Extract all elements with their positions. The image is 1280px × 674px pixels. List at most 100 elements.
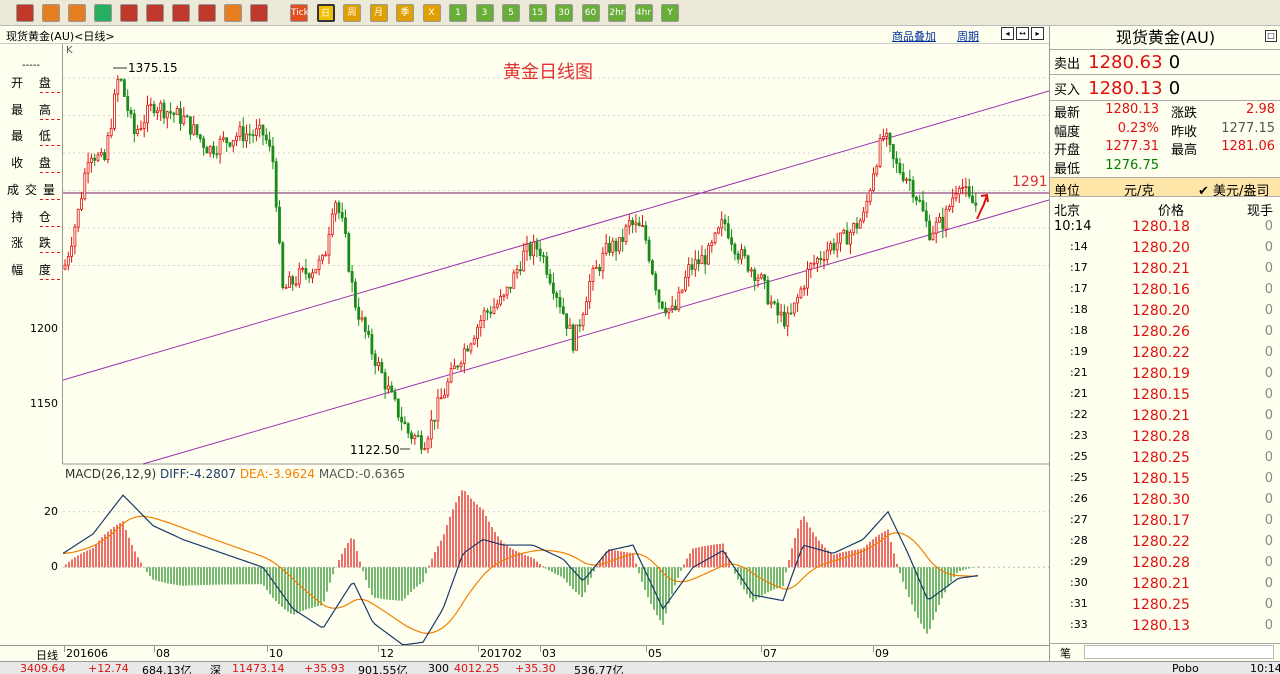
ticks-footer: 笔 bbox=[1050, 643, 1280, 661]
window-icon[interactable] bbox=[172, 4, 190, 22]
period-4-button[interactable]: 季 bbox=[396, 4, 414, 22]
tick-volume: 0 bbox=[1264, 429, 1273, 444]
status-item: 10:14 bbox=[1250, 662, 1280, 674]
quote-settings-icon[interactable]: □ bbox=[1265, 30, 1277, 42]
tick-price: 1280.20 bbox=[1132, 303, 1190, 319]
price-chart[interactable] bbox=[63, 44, 1049, 645]
status-item: 深 bbox=[210, 664, 221, 674]
buy-row: 买入 1280.13 0 bbox=[1054, 78, 1180, 99]
footer-input[interactable] bbox=[1084, 645, 1274, 659]
chart-tool-icon[interactable] bbox=[224, 4, 242, 22]
tick-price: 1280.20 bbox=[1132, 240, 1190, 256]
book-icon[interactable] bbox=[42, 4, 60, 22]
stat-label-2: 昨收 bbox=[1171, 124, 1198, 140]
expand-icon[interactable]: ↔ bbox=[1016, 27, 1029, 40]
refresh-icon[interactable] bbox=[94, 4, 112, 22]
tick-volume: 0 bbox=[1264, 450, 1273, 465]
period-13-button[interactable]: 4hr bbox=[634, 4, 653, 22]
indicator-5: 持 仓 bbox=[11, 209, 57, 224]
tick-time: :28 bbox=[1070, 534, 1088, 547]
period-12-button[interactable]: 2hr bbox=[608, 4, 626, 22]
quote-title-text: 现货黄金(AU) bbox=[1115, 28, 1216, 47]
status-item: +35.30 bbox=[515, 662, 556, 674]
period-0-button[interactable]: Tick bbox=[290, 4, 309, 22]
tick-price: 1280.28 bbox=[1132, 429, 1190, 445]
tick-time: :29 bbox=[1070, 555, 1088, 568]
zoom-out-icon[interactable] bbox=[146, 4, 164, 22]
tick-volume: 0 bbox=[1264, 471, 1273, 486]
period-3-button[interactable]: 月 bbox=[369, 4, 388, 22]
period-6-button[interactable]: 1 bbox=[449, 4, 467, 22]
indicator-0: 开 盘 bbox=[11, 76, 57, 90]
zoom-in-icon[interactable] bbox=[120, 4, 138, 22]
card-icon[interactable] bbox=[68, 4, 86, 22]
stat-value-2: 1277.15 bbox=[1221, 120, 1275, 136]
period-10-button[interactable]: 30 bbox=[555, 4, 573, 22]
tick-row: :22 1280.21 0 bbox=[1050, 408, 1280, 429]
tick-row: :14 1280.20 0 bbox=[1050, 240, 1280, 261]
macd-tick-0: 20 bbox=[44, 504, 58, 518]
stat-label-1: 开盘 bbox=[1054, 143, 1081, 158]
sell-row: 卖出 1280.63 0 bbox=[1054, 52, 1180, 73]
hline-label: 1291 bbox=[1012, 174, 1048, 190]
buy-qty: 0 bbox=[1168, 78, 1181, 99]
tick-row: :33 1280.13 0 bbox=[1050, 618, 1280, 639]
period-button[interactable]: 周期 bbox=[957, 28, 979, 44]
tick-volume: 0 bbox=[1264, 303, 1273, 318]
period-5-button[interactable]: X bbox=[422, 4, 441, 22]
filter-icon[interactable] bbox=[250, 4, 268, 22]
tick-row: :30 1280.21 0 bbox=[1050, 576, 1280, 597]
tick-row: :18 1280.26 0 bbox=[1050, 324, 1280, 345]
tick-row: :27 1280.17 0 bbox=[1050, 513, 1280, 534]
period-14-button[interactable]: Y bbox=[661, 4, 679, 22]
diff-value: DIFF:-4.2807 bbox=[159, 467, 236, 481]
stat-value-2: 2.98 bbox=[1246, 102, 1275, 117]
tick-volume: 0 bbox=[1264, 576, 1273, 591]
status-item: 3409.64 bbox=[20, 662, 66, 674]
tick-price: 1280.18 bbox=[1132, 219, 1190, 235]
sell-price: 1280.63 bbox=[1088, 52, 1163, 73]
col-vol: 现手 bbox=[1247, 204, 1274, 219]
x-axis: 日线 201606 08 10 12 201702 03 05 07 09 bbox=[0, 645, 1049, 662]
tick-price: 1280.22 bbox=[1132, 534, 1190, 550]
x-tick-6: 05 bbox=[648, 647, 662, 660]
tick-volume: 0 bbox=[1264, 282, 1273, 297]
unit-value[interactable]: 元/克 bbox=[1124, 180, 1154, 199]
overlay-button[interactable]: 商品叠加 bbox=[892, 28, 936, 44]
macd-tick-1: 0 bbox=[51, 560, 58, 574]
tick-time: :26 bbox=[1070, 492, 1088, 505]
scroll-left-icon[interactable]: ◂ bbox=[1001, 27, 1014, 40]
chart-header: 现货黄金(AU)<日线> 商品叠加 周期 ◂ ↔ ▸ bbox=[0, 26, 1049, 44]
tick-price: 1280.26 bbox=[1132, 324, 1190, 340]
sell-label: 卖出 bbox=[1054, 57, 1081, 72]
tick-row: :25 1280.15 0 bbox=[1050, 471, 1280, 492]
pen-icon[interactable] bbox=[198, 4, 216, 22]
tick-row: :17 1280.21 0 bbox=[1050, 261, 1280, 282]
footer-label[interactable]: 笔 bbox=[1060, 645, 1071, 661]
x-tick-3: 12 bbox=[380, 647, 394, 660]
home-icon[interactable] bbox=[16, 4, 34, 22]
tick-time: :17 bbox=[1070, 282, 1088, 295]
status-item: Pobo bbox=[1172, 662, 1199, 674]
currency-option[interactable]: ✔ 美元/盎司 bbox=[1198, 180, 1269, 199]
period-2-button[interactable]: 周 bbox=[343, 4, 361, 22]
stat-value-1: 1277.31 bbox=[1105, 139, 1159, 154]
period-1-button[interactable]: 日 bbox=[316, 4, 335, 22]
sell-qty: 0 bbox=[1168, 52, 1181, 73]
tick-price: 1280.25 bbox=[1132, 450, 1190, 466]
period-11-button[interactable]: 60 bbox=[581, 4, 600, 22]
dash-line: ----- bbox=[22, 60, 41, 71]
quote-panel: 现货黄金(AU) □ 卖出 1280.63 0 买入 1280.13 0 最新 1… bbox=[1049, 26, 1280, 661]
x-tick-8: 09 bbox=[875, 647, 889, 660]
stat-value-1: 1276.75 bbox=[1105, 157, 1159, 173]
chart-symbol-title: 现货黄金(AU)<日线> bbox=[6, 30, 115, 43]
toolbar: Tick 日周月季 X 1 3 5 15 30 60 2hr 4hr Y bbox=[0, 0, 1280, 26]
x-tick-1: 08 bbox=[156, 647, 170, 660]
scroll-right-icon[interactable]: ▸ bbox=[1031, 27, 1044, 40]
period-9-button[interactable]: 15 bbox=[528, 4, 547, 22]
period-8-button[interactable]: 5 bbox=[502, 4, 520, 22]
period-7-button[interactable]: 3 bbox=[475, 4, 494, 22]
tick-row: :25 1280.25 0 bbox=[1050, 450, 1280, 471]
tick-price: 1280.25 bbox=[1132, 597, 1190, 613]
col-city: 北京 bbox=[1054, 204, 1081, 219]
